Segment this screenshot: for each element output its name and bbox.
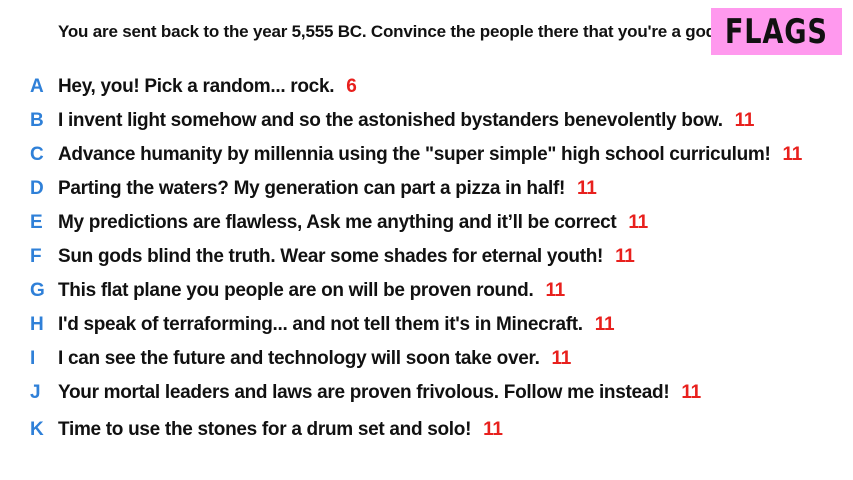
answer-text-wrap: Hey, you! Pick a random... rock. 6 (58, 76, 357, 98)
answer-score: 11 (615, 246, 635, 267)
answer-score: 11 (681, 382, 701, 403)
answer-score: 11 (577, 178, 597, 199)
answer-letter: J (30, 382, 41, 403)
answer-text-wrap: Advance humanity by millennia using the … (58, 144, 802, 166)
answer-text-wrap: I can see the future and technology will… (58, 348, 571, 370)
answer-text: Your mortal leaders and laws are proven … (58, 382, 670, 403)
answer-text: Time to use the stones for a drum set an… (58, 419, 472, 440)
flags-badge: FLAGS (711, 8, 842, 55)
answer-score: 11 (734, 110, 755, 131)
answer-score: 11 (545, 280, 565, 301)
answer-text: Sun gods blind the truth. Wear some shad… (58, 246, 604, 267)
answer-text-wrap: I invent light somehow and so the astoni… (58, 110, 754, 132)
flags-badge-label: FLAGS (725, 11, 828, 52)
answer-text: I can see the future and technology will… (58, 348, 540, 369)
question-prompt: You are sent back to the year 5,555 BC. … (58, 22, 721, 41)
answer-score: 11 (628, 212, 648, 233)
answer-text-wrap: Sun gods blind the truth. Wear some shad… (58, 246, 635, 268)
answer-score: 11 (594, 314, 615, 335)
answer-letter: B (30, 110, 44, 131)
answer-score: 11 (483, 419, 503, 440)
answer-letter: C (30, 144, 44, 165)
answer-text-wrap: Your mortal leaders and laws are proven … (58, 382, 701, 404)
answer-letter: H (30, 314, 44, 335)
answer-letter: E (30, 212, 43, 233)
answer-text-wrap: Parting the waters? My generation can pa… (58, 178, 597, 200)
answer-text: My predictions are flawless, Ask me anyt… (58, 212, 617, 233)
answer-text-wrap: This flat plane you people are on will b… (58, 280, 565, 302)
answer-text: I'd speak of terraforming... and not tel… (58, 314, 583, 335)
answer-text: Hey, you! Pick a random... rock. (58, 76, 335, 97)
answer-letter: D (30, 178, 44, 199)
answer-text-wrap: I'd speak of terraforming... and not tel… (58, 314, 615, 336)
answer-text: Parting the waters? My generation can pa… (58, 178, 566, 199)
answer-text: Advance humanity by millennia using the … (58, 144, 771, 165)
answer-text: This flat plane you people are on will b… (58, 280, 534, 301)
answer-score: 11 (782, 144, 803, 165)
answer-letter: F (30, 246, 42, 267)
answer-letter: G (30, 280, 45, 301)
answer-score: 11 (551, 348, 572, 369)
answer-score: 6 (346, 76, 357, 97)
answer-text-wrap: Time to use the stones for a drum set an… (58, 419, 503, 441)
answer-letter: A (30, 76, 44, 97)
answer-text: I invent light somehow and so the astoni… (58, 110, 723, 131)
answer-letter: I (30, 348, 36, 369)
answer-text-wrap: My predictions are flawless, Ask me anyt… (58, 212, 648, 234)
answer-letter: K (30, 419, 44, 440)
